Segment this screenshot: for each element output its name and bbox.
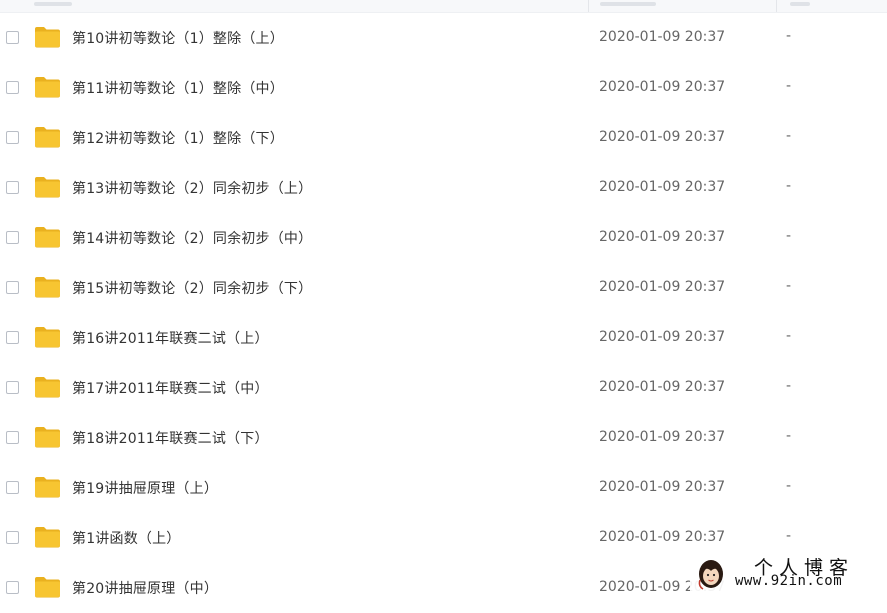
folder-icon — [35, 77, 60, 98]
file-name[interactable]: 第13讲初等数论（2）同余初步（上） — [72, 178, 312, 198]
file-row[interactable]: 第10讲初等数论（1）整除（上） 2020-01-09 20:37 - — [0, 13, 887, 63]
file-name[interactable]: 第10讲初等数论（1）整除（上） — [72, 28, 284, 48]
folder-icon — [35, 177, 60, 198]
file-name[interactable]: 第17讲2011年联赛二试（中） — [72, 378, 269, 398]
folder-icon — [35, 327, 60, 348]
file-row[interactable]: 第17讲2011年联赛二试（中） 2020-01-09 20:37 - — [0, 363, 887, 413]
folder-icon — [35, 427, 60, 448]
row-checkbox[interactable] — [6, 331, 19, 344]
file-name[interactable]: 第18讲2011年联赛二试（下） — [72, 428, 269, 448]
file-name[interactable]: 第16讲2011年联赛二试（上） — [72, 328, 269, 348]
file-row[interactable]: 第16讲2011年联赛二试（上） 2020-01-09 20:37 - — [0, 313, 887, 363]
file-size: - — [786, 328, 792, 344]
file-name[interactable]: 第1讲函数（上） — [72, 528, 181, 548]
modified-time: 2020-01-09 20:37 — [599, 429, 726, 445]
file-size: - — [786, 228, 792, 244]
row-checkbox[interactable] — [6, 31, 19, 44]
modified-time: 2020-01-09 20:37 — [599, 529, 726, 545]
file-size: - — [786, 78, 792, 94]
file-row[interactable]: 第13讲初等数论（2）同余初步（上） 2020-01-09 20:37 - — [0, 163, 887, 213]
header-size-column[interactable] — [790, 2, 810, 6]
modified-time: 2020-01-09 20:37 — [599, 179, 726, 195]
file-size: - — [786, 28, 792, 44]
modified-time: 2020-01-09 20:37 — [599, 29, 726, 45]
modified-time: 2020-01-09 20:37 — [599, 129, 726, 145]
file-name[interactable]: 第19讲抽屉原理（上） — [72, 478, 218, 498]
folder-icon — [35, 477, 60, 498]
watermark-url: www.92in.com — [735, 573, 843, 589]
folder-icon — [35, 377, 60, 398]
row-checkbox[interactable] — [6, 431, 19, 444]
file-row[interactable]: 第11讲初等数论（1）整除（中） 2020-01-09 20:37 - — [0, 63, 887, 113]
folder-icon — [35, 227, 60, 248]
row-checkbox[interactable] — [6, 581, 19, 594]
file-list-header — [0, 0, 887, 13]
modified-time: 2020-01-09 20:37 — [599, 379, 726, 395]
file-size: - — [786, 478, 792, 494]
column-divider — [776, 0, 777, 12]
file-row[interactable]: 第12讲初等数论（1）整除（下） 2020-01-09 20:37 - — [0, 113, 887, 163]
modified-time: 2020-01-09 20:37 — [599, 479, 726, 495]
folder-icon — [35, 527, 60, 548]
row-checkbox[interactable] — [6, 481, 19, 494]
blog-watermark: 个人博客 www.92in.com — [690, 551, 887, 594]
file-size: - — [786, 278, 792, 294]
folder-icon — [35, 577, 60, 598]
row-checkbox[interactable] — [6, 181, 19, 194]
file-row[interactable]: 第15讲初等数论（2）同余初步（下） 2020-01-09 20:37 - — [0, 263, 887, 313]
file-size: - — [786, 428, 792, 444]
modified-time: 2020-01-09 20:37 — [599, 229, 726, 245]
file-size: - — [786, 178, 792, 194]
file-size: - — [786, 128, 792, 144]
row-checkbox[interactable] — [6, 231, 19, 244]
row-checkbox[interactable] — [6, 281, 19, 294]
folder-icon — [35, 127, 60, 148]
file-name[interactable]: 第15讲初等数论（2）同余初步（下） — [72, 278, 312, 298]
column-divider — [588, 0, 589, 12]
file-size: - — [786, 528, 792, 544]
file-name[interactable]: 第14讲初等数论（2）同余初步（中） — [72, 228, 312, 248]
folder-icon — [35, 277, 60, 298]
file-name[interactable]: 第20讲抽屉原理（中） — [72, 578, 218, 598]
modified-time: 2020-01-09 20:37 — [599, 279, 726, 295]
folder-icon — [35, 27, 60, 48]
modified-time: 2020-01-09 20:37 — [599, 329, 726, 345]
header-name-column[interactable] — [34, 2, 72, 6]
modified-time: 2020-01-09 20:37 — [599, 79, 726, 95]
file-size: - — [786, 378, 792, 394]
file-row[interactable]: 第14讲初等数论（2）同余初步（中） 2020-01-09 20:37 - — [0, 213, 887, 263]
file-row[interactable]: 第18讲2011年联赛二试（下） 2020-01-09 20:37 - — [0, 413, 887, 463]
avatar-icon — [698, 560, 723, 590]
row-checkbox[interactable] — [6, 531, 19, 544]
row-checkbox[interactable] — [6, 81, 19, 94]
file-name[interactable]: 第12讲初等数论（1）整除（下） — [72, 128, 284, 148]
file-name[interactable]: 第11讲初等数论（1）整除（中） — [72, 78, 284, 98]
row-checkbox[interactable] — [6, 381, 19, 394]
row-checkbox[interactable] — [6, 131, 19, 144]
header-modified-column[interactable] — [600, 2, 656, 6]
file-row[interactable]: 第19讲抽屉原理（上） 2020-01-09 20:37 - — [0, 463, 887, 513]
